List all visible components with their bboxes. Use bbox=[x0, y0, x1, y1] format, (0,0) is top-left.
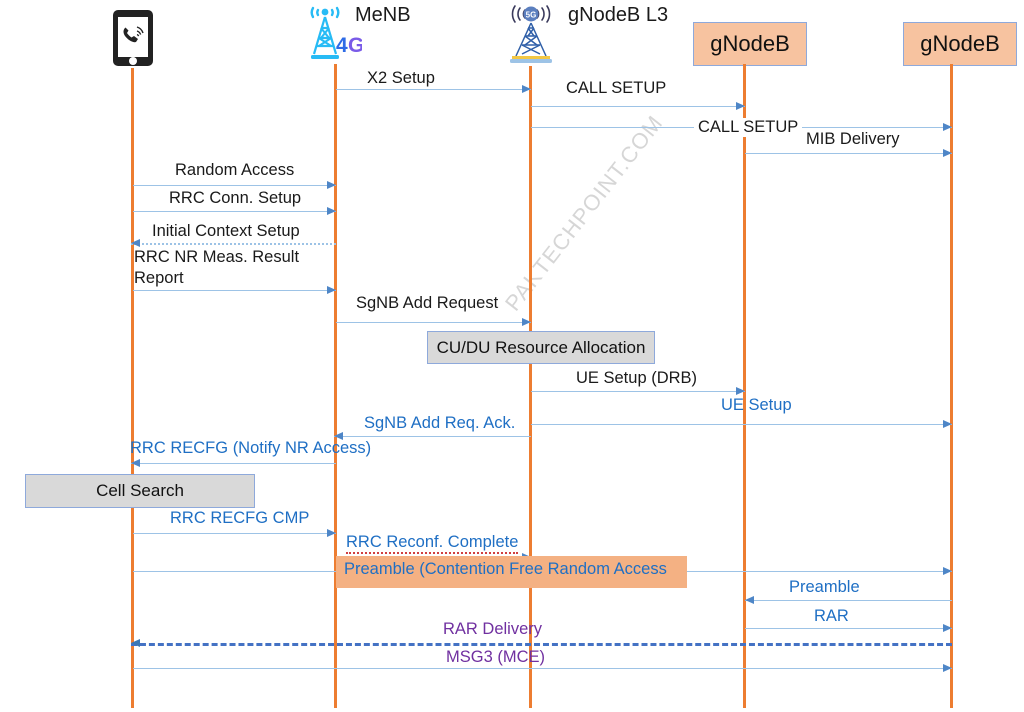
message-label-rrc-recfg-main: RRC RECFG bbox=[130, 439, 229, 457]
process-box-label-cu-du: CU/DU Resource Allocation bbox=[436, 337, 646, 357]
message-label-ue-setup: UE Setup bbox=[721, 396, 792, 414]
message-label-rrc-nr-meas-report: RRC NR Meas. Result Report bbox=[134, 248, 300, 287]
message-label-rrc-reconf-complete: RRC Reconf. Complete bbox=[346, 533, 519, 554]
message-label-rrc-conn-setup: RRC Conn. Setup bbox=[169, 189, 302, 207]
actor-label-gnodeb-1: gNodeB bbox=[710, 31, 790, 56]
message-label-preamble-cfra: Preamble (Contention Free Random Access bbox=[344, 560, 667, 578]
lifeline-gnodeb-1 bbox=[743, 64, 746, 708]
actor-label-gnodeb-l3: gNodeB L3 bbox=[568, 4, 669, 26]
actor-box-gnodeb-1: gNodeB bbox=[693, 22, 807, 66]
lifeline-gnodeb-2 bbox=[950, 64, 953, 708]
message-label-rrc-recfg: RRC RECFG (Notify NR Access) bbox=[130, 439, 371, 458]
message-label-sgnb-add-request: SgNB Add Request bbox=[356, 294, 499, 312]
sequence-diagram-canvas: PAKTECHPOINT.COM 4 G MeNB 5G gNodeB L3 g… bbox=[0, 0, 1024, 712]
message-label-rar: RAR bbox=[814, 607, 849, 625]
lifeline-gnodeb-l3 bbox=[529, 66, 532, 708]
svg-text:4: 4 bbox=[336, 34, 348, 57]
message-label-mib-delivery: MIB Delivery bbox=[806, 130, 900, 148]
lifeline-menb bbox=[334, 64, 337, 708]
message-label-call-setup-2: CALL SETUP bbox=[694, 118, 803, 137]
message-label-preamble: Preamble bbox=[789, 578, 860, 596]
message-label-call-setup-1: CALL SETUP bbox=[566, 79, 667, 97]
message-label-x2-setup: X2 Setup bbox=[367, 69, 435, 87]
actor-box-gnodeb-2: gNodeB bbox=[903, 22, 1017, 66]
message-label-sgnb-add-req-ack: SgNB Add Req. Ack. bbox=[364, 414, 516, 432]
svg-text:5G: 5G bbox=[526, 11, 537, 20]
process-box-cu-du-resource-allocation: CU/DU Resource Allocation bbox=[427, 331, 655, 364]
watermark-text: PAKTECHPOINT.COM bbox=[500, 110, 668, 316]
4g-tower-icon: 4 G bbox=[300, 4, 364, 66]
message-label-initial-context-setup: Initial Context Setup bbox=[152, 222, 300, 240]
process-box-cell-search: Cell Search bbox=[25, 474, 255, 508]
message-label-random-access: Random Access bbox=[175, 161, 295, 179]
mobile-phone-icon bbox=[107, 8, 159, 68]
message-label-ue-setup-drb: UE Setup (DRB) bbox=[576, 369, 698, 387]
5g-tower-icon: 5G bbox=[497, 2, 565, 66]
message-label-msg3-mce: MSG3 (MCE) bbox=[446, 648, 545, 666]
actor-label-menb: MeNB bbox=[355, 4, 411, 26]
message-label-rrc-recfg-sub: (Notify NR Access) bbox=[232, 439, 372, 457]
svg-text:G: G bbox=[348, 34, 362, 57]
lifeline-ue bbox=[131, 68, 134, 708]
message-label-rrc-recfg-cmp: RRC RECFG CMP bbox=[170, 509, 310, 527]
message-label-rar-delivery: RAR Delivery bbox=[443, 620, 543, 638]
process-box-label-cell-search: Cell Search bbox=[96, 481, 184, 500]
actor-label-gnodeb-2: gNodeB bbox=[920, 31, 1000, 56]
